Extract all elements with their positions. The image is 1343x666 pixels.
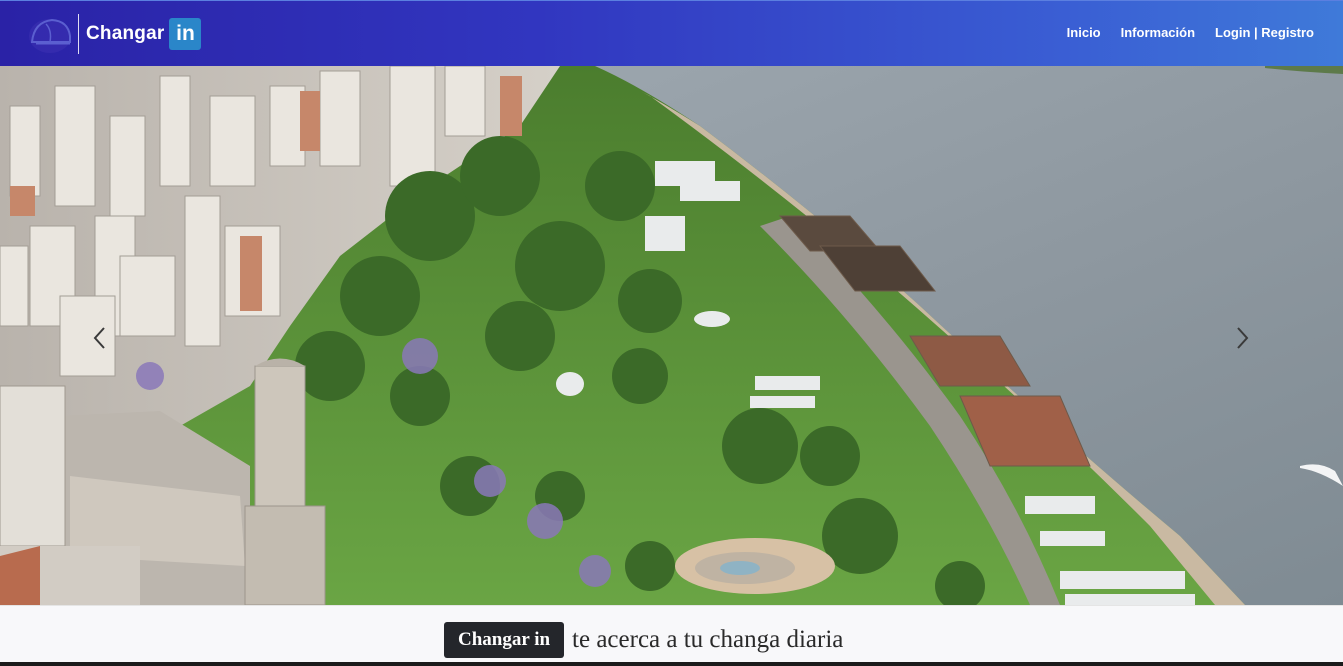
- brand-logo-link[interactable]: Changar in: [26, 11, 202, 57]
- hero-image: [0, 66, 1343, 605]
- main-nav: Inicio Información Login | Registro: [1067, 25, 1314, 40]
- chevron-left-icon: [93, 327, 105, 349]
- hero-carousel: [0, 66, 1343, 605]
- chevron-right-icon: [1237, 327, 1249, 349]
- tagline-text: te acerca a tu changa diaria: [572, 626, 844, 653]
- brand-separator: [78, 14, 79, 54]
- carousel-prev-button[interactable]: [80, 318, 120, 358]
- nav-link-inicio[interactable]: Inicio: [1067, 25, 1101, 40]
- nav-link-informacion[interactable]: Información: [1121, 25, 1195, 40]
- nav-link-login-registro[interactable]: Login | Registro: [1215, 25, 1314, 40]
- carousel-next-button[interactable]: [1222, 318, 1262, 358]
- tagline-bar: Changar in te acerca a tu changa diaria: [0, 605, 1343, 666]
- bottom-border: [0, 662, 1343, 666]
- top-navbar: Changar in Inicio Información Login | Re…: [0, 0, 1343, 66]
- tagline: Changar in te acerca a tu changa diaria: [444, 622, 843, 658]
- tagline-brand-badge: Changar in: [444, 622, 565, 658]
- brand-name: Changar: [86, 23, 165, 44]
- brand-badge: in: [169, 18, 202, 50]
- helmet-logo-icon: [26, 12, 74, 56]
